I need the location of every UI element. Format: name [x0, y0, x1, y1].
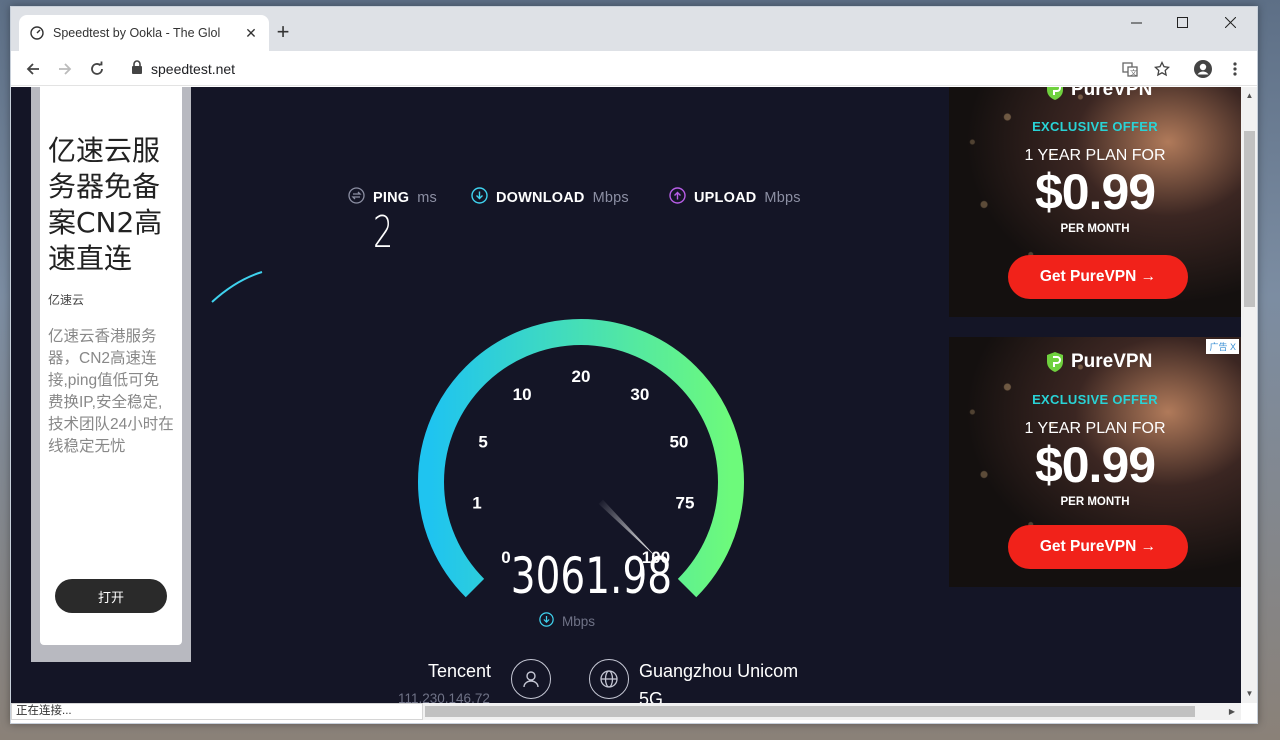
upload-icon: [669, 187, 686, 208]
speedtest-favicon-icon: [29, 25, 45, 41]
gauge-tick-label: 5: [478, 432, 487, 451]
ping-icon: [348, 187, 365, 208]
lock-icon: [131, 59, 143, 79]
ad-price: $0.99: [1034, 437, 1156, 493]
ad-offer: EXCLUSIVE OFFER: [1032, 119, 1158, 134]
purevpn-logo: PureVPN: [1045, 87, 1152, 101]
ad-per: PER MONTH: [1060, 223, 1130, 235]
translate-icon[interactable]: 文: [1116, 55, 1144, 83]
vertical-scrollbar[interactable]: ▲ ▼: [1241, 87, 1257, 703]
server-name[interactable]: Guangzhou Unicom: [639, 661, 798, 682]
scroll-up-icon[interactable]: ▲: [1241, 89, 1257, 103]
ad-price: $0.99: [1034, 164, 1156, 220]
close-window-icon[interactable]: [1207, 7, 1253, 37]
ping-value: 2: [373, 207, 394, 258]
speed-value: 3061.98: [510, 547, 673, 605]
purevpn-ad-2[interactable]: 广告 X PureVPN EXCLUSIVE OFFER 1 YEAR PLAN…: [949, 337, 1241, 587]
purevpn-ad-1[interactable]: PureVPN EXCLUSIVE OFFER 1 YEAR PLAN FOR …: [949, 87, 1241, 317]
ad-choices-label[interactable]: 广告 X: [1206, 339, 1239, 354]
gauge-tick-label: 20: [572, 367, 591, 386]
profile-avatar-icon[interactable]: [1189, 55, 1217, 83]
upload-label: UPLOAD: [694, 189, 757, 206]
globe-icon[interactable]: [589, 659, 629, 699]
scroll-down-icon[interactable]: ▼: [1241, 687, 1257, 701]
gauge-tick-label: 50: [669, 432, 688, 451]
horizontal-scroll-thumb[interactable]: [425, 706, 1195, 717]
ping-unit: ms: [417, 189, 437, 206]
purevpn-shield-icon: [1047, 87, 1063, 100]
gauge-tick-label: 10: [513, 385, 532, 404]
url-text: speedtest.net: [151, 61, 236, 77]
upload-header: UPLOAD Mbps: [669, 187, 801, 208]
download-label: DOWNLOAD: [496, 189, 585, 206]
page-viewport: 亿速云服务器免备案CN2高速直连 亿速云 亿速云香港服务器，CN2高速连接,pi…: [11, 87, 1241, 703]
open-button[interactable]: 打开: [55, 579, 167, 613]
ping-header: PING ms: [348, 187, 437, 208]
speed-unit: Mbps: [562, 613, 596, 629]
svg-text:文: 文: [1130, 68, 1137, 77]
menu-kebab-icon[interactable]: [1221, 55, 1249, 83]
gauge-tick-label: 1: [472, 494, 481, 513]
left-ad-title[interactable]: 亿速云服务器免备案CN2高速直连: [48, 133, 174, 277]
get-purevpn-button[interactable]: Get PureVPN →: [1008, 255, 1188, 299]
left-ad-brand: 亿速云: [48, 293, 85, 307]
scroll-right-icon[interactable]: ▶: [1225, 703, 1239, 720]
status-bar: 正在连接...: [11, 703, 423, 720]
download-header: DOWNLOAD Mbps: [471, 187, 629, 208]
purevpn-shield-icon: [1047, 352, 1063, 372]
get-purevpn-button[interactable]: Get PureVPN →: [1008, 525, 1188, 569]
new-tab-button[interactable]: +: [269, 19, 297, 47]
reload-icon[interactable]: [83, 55, 111, 83]
ad-per: PER MONTH: [1060, 496, 1130, 508]
server-sub: 5G: [639, 689, 664, 703]
bookmark-star-icon[interactable]: [1148, 55, 1176, 83]
speed-unit-row: Mbps: [539, 612, 595, 630]
isp-name: Tencent: [428, 661, 492, 681]
tab-close-icon[interactable]: ✕: [243, 25, 259, 42]
tab-strip: Speedtest by Ookla - The Glol ✕ +: [11, 7, 1257, 51]
minimize-icon[interactable]: [1113, 7, 1159, 37]
browser-tab[interactable]: Speedtest by Ookla - The Glol ✕: [19, 15, 269, 51]
left-ad-description: 亿速云香港服务器，CN2高速连接,ping值低可免费换IP,安全稳定,技术团队2…: [48, 328, 174, 455]
purevpn-logo: PureVPN: [1045, 351, 1152, 373]
upload-unit: Mbps: [764, 189, 801, 206]
vertical-scroll-thumb[interactable]: [1244, 131, 1255, 307]
address-bar[interactable]: speedtest.net: [123, 55, 1083, 83]
download-small-icon: [539, 612, 554, 630]
maximize-icon[interactable]: [1159, 7, 1205, 37]
decorative-arc: [211, 271, 263, 303]
gauge-tick-label: 75: [676, 494, 695, 513]
isp-ip: 111.230.146.72: [398, 691, 490, 703]
user-icon: [511, 659, 551, 699]
back-icon[interactable]: [19, 55, 47, 83]
browser-toolbar: speedtest.net 文: [11, 51, 1257, 86]
forward-icon[interactable]: [51, 55, 79, 83]
tab-title: Speedtest by Ookla - The Glol: [53, 26, 221, 40]
ad-offer: EXCLUSIVE OFFER: [1032, 392, 1158, 407]
gauge-tick-label: 0: [501, 548, 510, 567]
ad-brand: PureVPN: [1071, 87, 1153, 100]
download-icon: [471, 187, 488, 208]
left-ad[interactable]: 亿速云服务器免备案CN2高速直连 亿速云 亿速云香港服务器，CN2高速连接,pi…: [40, 87, 182, 645]
browser-window: Speedtest by Ookla - The Glol ✕ + speedt…: [10, 6, 1258, 724]
gauge-tick-label: 30: [630, 385, 649, 404]
download-unit: Mbps: [592, 189, 629, 206]
ad-brand: PureVPN: [1071, 351, 1153, 372]
ping-label: PING: [373, 189, 410, 206]
